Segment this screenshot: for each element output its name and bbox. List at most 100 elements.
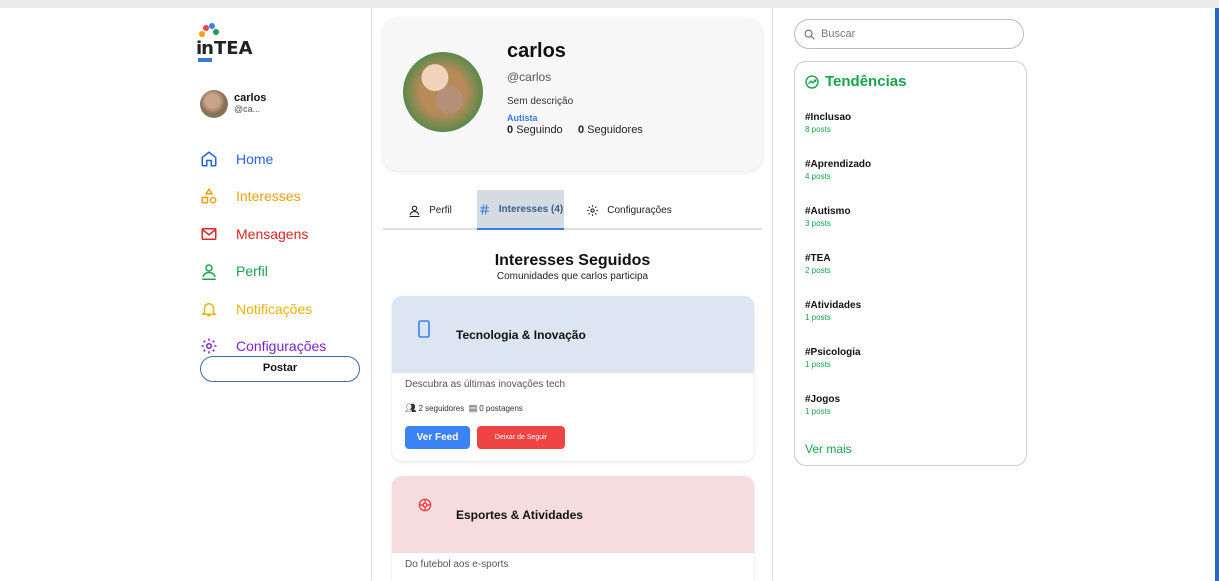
trends-title-text: Tendências (825, 73, 907, 90)
trend-tag: #Inclusao (805, 112, 852, 123)
app-page: in TEA carlos @ca... Home Interesses Men… (0, 8, 1219, 581)
gear-icon (201, 338, 217, 354)
profile-handle: @carlos (507, 70, 552, 84)
users-icon: 👥︎ (405, 403, 417, 413)
interest-card: Tecnologia & Inovação Descubra as última… (392, 296, 754, 461)
trend-item[interactable]: #Jogos 1 posts (805, 394, 840, 416)
search-icon (804, 29, 815, 40)
view-feed-button[interactable]: Ver Feed (405, 426, 470, 449)
trend-tag: #Aprendizado (805, 159, 872, 170)
interest-title: Esportes & Atividades (456, 508, 583, 522)
trend-item[interactable]: #Aprendizado 4 posts (805, 159, 871, 181)
sidebar-item-perfil[interactable]: Perfil (200, 253, 326, 291)
user-icon (409, 205, 420, 217)
search-box[interactable] (794, 19, 1024, 49)
trend-item[interactable]: #Autismo 3 posts (805, 206, 851, 228)
trend-count: 1 posts (805, 407, 831, 416)
trend-tag: #TEA (805, 253, 831, 264)
avatar (200, 90, 228, 118)
interest-followers: 2 seguidores (418, 404, 465, 413)
trend-item[interactable]: #Inclusao 8 posts (805, 112, 851, 134)
unfollow-button[interactable]: Deixar de Seguir (477, 426, 565, 449)
interest-card: Esportes & Atividades Do futebol aos e-s… (392, 476, 754, 581)
sidebar-item-label: Notificações (236, 300, 313, 317)
followers-count: 0 (577, 124, 585, 136)
trend-count: 1 posts (805, 313, 831, 322)
profile-name: carlos (507, 40, 566, 62)
trend-count: 3 posts (805, 219, 831, 228)
trend-count: 2 posts (805, 266, 831, 275)
app-logo[interactable]: in TEA (194, 22, 264, 66)
sidebar-item-mensagens[interactable]: Mensagens (200, 215, 326, 253)
sidebar-nav: Home Interesses Mensagens Perfil Notific… (200, 140, 326, 365)
interest-title: Tecnologia & Inovação (456, 328, 586, 342)
profile-card: carlos @carlos Sem descrição Autista 0 S… (383, 18, 762, 171)
interest-card-header: Esportes & Atividades (392, 476, 754, 553)
trend-item[interactable]: #TEA 2 posts (805, 253, 831, 275)
trend-count: 1 posts (805, 360, 831, 369)
interests-subtitle: Comunidades que carlos participa (496, 271, 649, 282)
trend-tag: #Atividades (805, 300, 862, 311)
trends-panel: Tendências #Inclusao 8 posts #Aprendizad… (794, 61, 1027, 466)
sidebar-item-interesses[interactable]: Interesses (200, 178, 326, 216)
sidebar-item-label: Configurações (236, 338, 327, 355)
ball-icon (418, 498, 432, 512)
logo-text-tea: TEA (214, 38, 253, 59)
sidebar: in TEA carlos @ca... Home Interesses Men… (190, 8, 370, 581)
divider (772, 8, 773, 581)
trend-tag: #Jogos (805, 394, 841, 405)
user-handle: @ca... (234, 104, 261, 114)
trend-count: 4 posts (805, 172, 831, 181)
tab-label: Perfil (429, 204, 452, 216)
interest-posts: 0 postagens (479, 404, 523, 413)
followers-label: Seguidores (587, 124, 643, 136)
sidebar-item-label: Home (236, 150, 274, 167)
divider (371, 8, 372, 581)
tab-configuracoes[interactable]: Configurações (564, 190, 694, 230)
trending-icon (805, 74, 819, 89)
comment-icon: ▤ (468, 403, 478, 413)
following-label: Seguindo (516, 124, 563, 136)
profile-tag: Autista (507, 113, 538, 123)
profile-avatar[interactable] (403, 52, 483, 132)
current-user[interactable]: carlos @ca... (200, 90, 266, 118)
sidebar-item-label: Perfil (236, 263, 268, 280)
logo-text-in: in (196, 38, 214, 59)
tab-label: Configurações (607, 204, 672, 216)
trend-count: 8 posts (805, 125, 831, 134)
mail-icon (201, 227, 217, 240)
profile-description: Sem descrição (507, 96, 574, 107)
bell-icon (201, 302, 217, 317)
hash-icon (479, 204, 489, 214)
tab-label: Interesses (4) (498, 203, 564, 215)
sidebar-item-label: Interesses (236, 188, 301, 205)
profile-stats: 0 Seguindo 0 Seguidores (507, 124, 643, 136)
following-count: 0 (507, 124, 514, 136)
sidebar-item-notificacoes[interactable]: Notificações (200, 290, 326, 328)
tab-interesses[interactable]: Interesses (4) (477, 190, 564, 230)
trend-tag: #Autismo (805, 206, 851, 217)
profile-tabs: Perfil Interesses (4) Configurações (383, 190, 762, 230)
trend-item[interactable]: #Psicologia 1 posts (805, 347, 861, 369)
home-icon (201, 151, 217, 167)
user-icon (202, 264, 216, 281)
shapes-icon (201, 188, 217, 204)
interest-meta: 👥︎ 2 seguidores ▤ 0 postagens (405, 403, 754, 414)
gear-icon (587, 204, 599, 216)
tab-perfil[interactable]: Perfil (383, 190, 477, 230)
scrollbar[interactable] (1215, 8, 1219, 581)
trend-tag: #Psicologia (805, 347, 861, 358)
user-name: carlos (234, 92, 267, 104)
interest-description: Descubra as últimas inovações tech (405, 379, 566, 390)
sidebar-item-label: Mensagens (236, 225, 309, 242)
post-button[interactable]: Postar (200, 356, 360, 382)
sidebar-item-home[interactable]: Home (200, 140, 326, 178)
interests-title: Interesses Seguidos (494, 252, 651, 269)
interest-card-header: Tecnologia & Inovação (392, 296, 754, 373)
trends-title: Tendências (805, 73, 906, 90)
see-more-link[interactable]: Ver mais (805, 442, 852, 456)
smartphone-icon (418, 320, 430, 338)
trend-item[interactable]: #Atividades 1 posts (805, 300, 861, 322)
interest-description: Do futebol aos e-sports (405, 559, 509, 570)
search-input[interactable] (821, 25, 1011, 43)
